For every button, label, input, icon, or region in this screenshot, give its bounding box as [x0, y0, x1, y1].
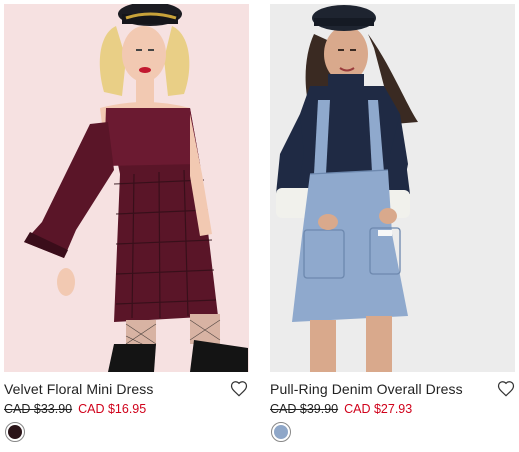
model-photo-illustration — [270, 4, 515, 372]
product-card-pull-ring-denim-overall-dress[interactable]: Pull-Ring Denim Overall Dress CAD $39.90… — [270, 4, 515, 452]
price-row: CAD $39.90 CAD $27.93 — [270, 402, 412, 416]
model-photo-illustration — [4, 4, 249, 372]
original-price: CAD $33.90 — [4, 402, 73, 416]
product-image[interactable] — [4, 4, 249, 372]
product-card-velvet-floral-mini-dress[interactable]: Velvet Floral Mini Dress CAD $33.90 CAD $… — [4, 4, 249, 452]
original-price: CAD $39.90 — [270, 402, 339, 416]
heart-outline-icon[interactable] — [497, 380, 515, 397]
sale-price: CAD $27.93 — [344, 402, 413, 416]
product-name[interactable]: Velvet Floral Mini Dress — [4, 381, 153, 397]
product-image[interactable] — [270, 4, 515, 372]
sale-price: CAD $16.95 — [78, 402, 147, 416]
swatch-fill — [8, 425, 22, 439]
swatch-fill — [274, 425, 288, 439]
color-swatch-denim[interactable] — [271, 422, 291, 442]
color-swatch-black[interactable] — [5, 422, 25, 442]
heart-outline-icon[interactable] — [230, 380, 248, 397]
price-row: CAD $33.90 CAD $16.95 — [4, 402, 146, 416]
product-name[interactable]: Pull-Ring Denim Overall Dress — [270, 381, 463, 397]
